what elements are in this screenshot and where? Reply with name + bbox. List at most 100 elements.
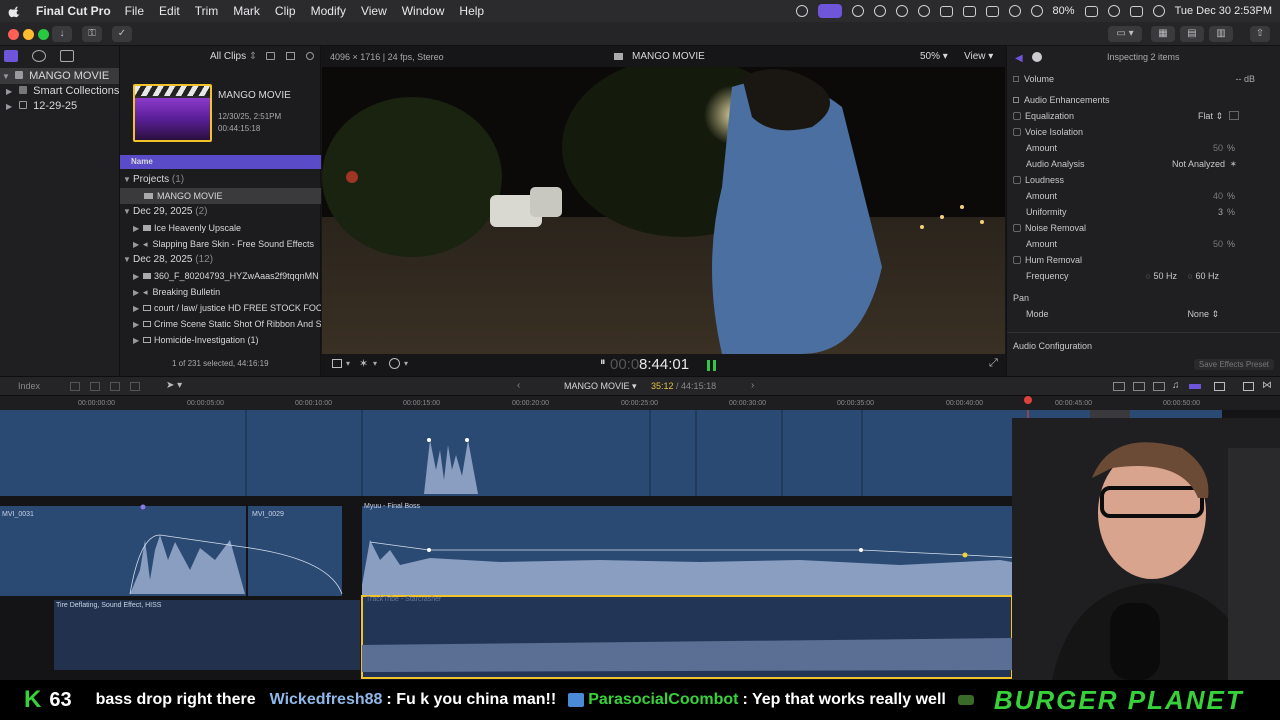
zoom-dropdown[interactable]: 50% ▾ [920, 51, 948, 62]
expand-triangle-icon[interactable]: ▶ [133, 333, 143, 348]
uniformity-value[interactable]: 3 [1218, 204, 1223, 220]
pan-mode-dropdown[interactable]: None ⇕ [1187, 306, 1219, 322]
expand-triangle-icon[interactable]: ▶ [133, 317, 143, 332]
list-item[interactable]: ▶ Crime Scene Static Shot Of Ribbon And S [120, 316, 321, 332]
menu-trim[interactable]: Trim [195, 4, 219, 18]
expand-triangle-icon[interactable]: ▶ [6, 84, 16, 99]
chevron-down-icon[interactable]: ▾ [373, 359, 377, 368]
group-dec28[interactable]: ▼ Dec 28, 2025 (12) [120, 252, 213, 268]
obs-icon[interactable] [795, 5, 808, 17]
amount-value[interactable]: 40 [1213, 188, 1223, 204]
loudness-checkbox[interactable] [1013, 176, 1021, 184]
list-item-project[interactable]: MANGO MOVIE [120, 188, 321, 204]
photos-audio-tab-icon[interactable] [32, 50, 46, 62]
transitions-browser-icon[interactable] [1243, 382, 1254, 391]
menu-view[interactable]: View [361, 4, 387, 18]
insert-edit-icon[interactable] [90, 382, 100, 391]
library-row[interactable]: ▼ MANGO MOVIE [0, 68, 119, 84]
battery-icon[interactable] [1084, 5, 1098, 17]
connect-edit-icon[interactable] [70, 382, 80, 391]
list-item[interactable]: ▶ 360_F_80204793_HYZwAaas2f9tqqnMN [120, 268, 321, 284]
project-name-dropdown[interactable]: MANGO MOVIE ▾ [564, 381, 637, 392]
keyframe-selected[interactable] [962, 552, 968, 558]
list-item[interactable]: ▶ ◂ Slapping Bare Skin - Free Sound Effect… [120, 236, 314, 252]
solo-icon[interactable] [1189, 384, 1201, 389]
chevron-down-icon[interactable]: ▾ [404, 359, 408, 368]
filmstrip-view-icon[interactable] [266, 52, 275, 60]
loudness-amount-row[interactable]: Amount 40% [1013, 188, 1275, 204]
shield-icon[interactable] [873, 5, 886, 17]
globe-icon[interactable] [851, 5, 864, 17]
list-item[interactable]: ▶ court / law/ justice HD FREE STOCK FOO [120, 300, 321, 316]
timer-icon[interactable] [917, 5, 930, 17]
mvi29-audio-clip[interactable] [248, 506, 342, 596]
save-effects-preset-button[interactable]: Save Effects Preset [1193, 359, 1274, 370]
append-edit-icon[interactable] [110, 382, 120, 391]
expand-triangle-icon[interactable]: ▼ [123, 172, 133, 188]
minimize-window-button[interactable] [23, 29, 34, 40]
list-item[interactable]: ▶ Homicide-Investigation (1) [120, 332, 321, 348]
expand-triangle-icon[interactable]: ▼ [2, 69, 12, 84]
workspace-button[interactable]: ▭ ▾ [1108, 26, 1142, 42]
search-icon[interactable] [1107, 5, 1120, 17]
equalization-checkbox[interactable] [1013, 112, 1021, 120]
name-column-header[interactable]: Name [120, 155, 321, 169]
expand-triangle-icon[interactable]: ▶ [133, 237, 143, 252]
expand-triangle-icon[interactable]: ▶ [133, 285, 143, 300]
event-row[interactable]: ▶ 12-29-25 [0, 98, 77, 114]
control-center-icon[interactable] [1129, 5, 1143, 17]
group-projects[interactable]: ▼ Projects (1) [120, 172, 184, 188]
equalization-row[interactable]: Equalization Flat ⇕ [1013, 108, 1275, 124]
expand-triangle-icon[interactable]: ▶ [133, 221, 143, 236]
overwrite-edit-icon[interactable] [130, 382, 140, 391]
expand-triangle-icon[interactable]: ▶ [6, 99, 16, 114]
noise-removal-row[interactable]: Noise Removal [1013, 220, 1275, 236]
amount-value[interactable]: 50 [1213, 236, 1223, 252]
eq-dropdown[interactable]: Flat ⇕ [1198, 108, 1223, 124]
volume-row[interactable]: Volume -- dB [1013, 71, 1275, 87]
skimming-icon[interactable] [1153, 382, 1165, 391]
browser-toggle-button[interactable]: ▦ [1151, 26, 1175, 42]
info-tab-icon[interactable] [1032, 52, 1042, 62]
audio-inspector-tab-icon[interactable]: ◀ [1015, 53, 1023, 64]
pause-button[interactable]: ⏸ [600, 356, 606, 369]
menubar-clock[interactable]: Tue Dec 30 2:53PM [1175, 5, 1272, 17]
fullscreen-icon[interactable]: ⤢ [989, 357, 998, 370]
list-item[interactable]: ▶ Ice Heavenly Upscale [120, 220, 241, 236]
loudness-row[interactable]: Loudness [1013, 172, 1275, 188]
primary-video-clip[interactable] [0, 410, 1090, 496]
effects-browser-icon[interactable] [1214, 382, 1225, 391]
menu-mark[interactable]: Mark [233, 4, 260, 18]
hum-removal-row[interactable]: Hum Removal [1013, 252, 1275, 268]
voice-amount-row[interactable]: Amount 50% [1013, 140, 1275, 156]
background-tasks-button[interactable]: ✓ [112, 26, 132, 42]
index-button[interactable]: Index [18, 381, 40, 391]
keyframe[interactable] [465, 438, 469, 442]
marker[interactable] [140, 504, 146, 510]
siri-icon[interactable] [1152, 5, 1165, 17]
smart-collections-row[interactable]: ▶ Smart Collections [0, 83, 119, 99]
close-window-button[interactable] [8, 29, 19, 40]
chevron-down-icon[interactable]: ▾ [346, 359, 350, 368]
audio-analysis-row[interactable]: Audio Analysis Not Analyzed ✶ [1013, 156, 1275, 172]
voice-isolation-checkbox[interactable] [1013, 128, 1021, 136]
snapping-icon[interactable] [1133, 382, 1145, 391]
analyze-wand-icon[interactable]: ✶ [1229, 156, 1237, 172]
headphones-icon[interactable]: ♫ [1172, 380, 1180, 391]
expand-triangle-icon[interactable]: ▼ [123, 252, 133, 268]
playhead-handle[interactable] [1024, 396, 1032, 404]
apple-icon[interactable] [8, 4, 22, 18]
app-name-menu[interactable]: Final Cut Pro [36, 4, 111, 18]
hz50-radio[interactable]: ○ 50 Hz [1146, 268, 1177, 284]
select-tool-icon[interactable]: ➤ ▾ [166, 380, 182, 391]
noise-removal-checkbox[interactable] [1013, 224, 1021, 232]
stage-manager-icon[interactable] [817, 4, 842, 18]
audio-configuration-row[interactable]: Audio Configuration [1013, 338, 1275, 354]
collapse-icon[interactable]: ⋈ [1262, 380, 1272, 391]
pan-section[interactable]: Pan [1013, 290, 1275, 306]
menu-modify[interactable]: Modify [311, 4, 346, 18]
volume-value[interactable]: -- dB [1235, 71, 1255, 87]
hum-removal-checkbox[interactable] [1013, 256, 1021, 264]
forward-arrow-icon[interactable]: › [751, 380, 754, 391]
libraries-tab-icon[interactable] [4, 50, 18, 62]
